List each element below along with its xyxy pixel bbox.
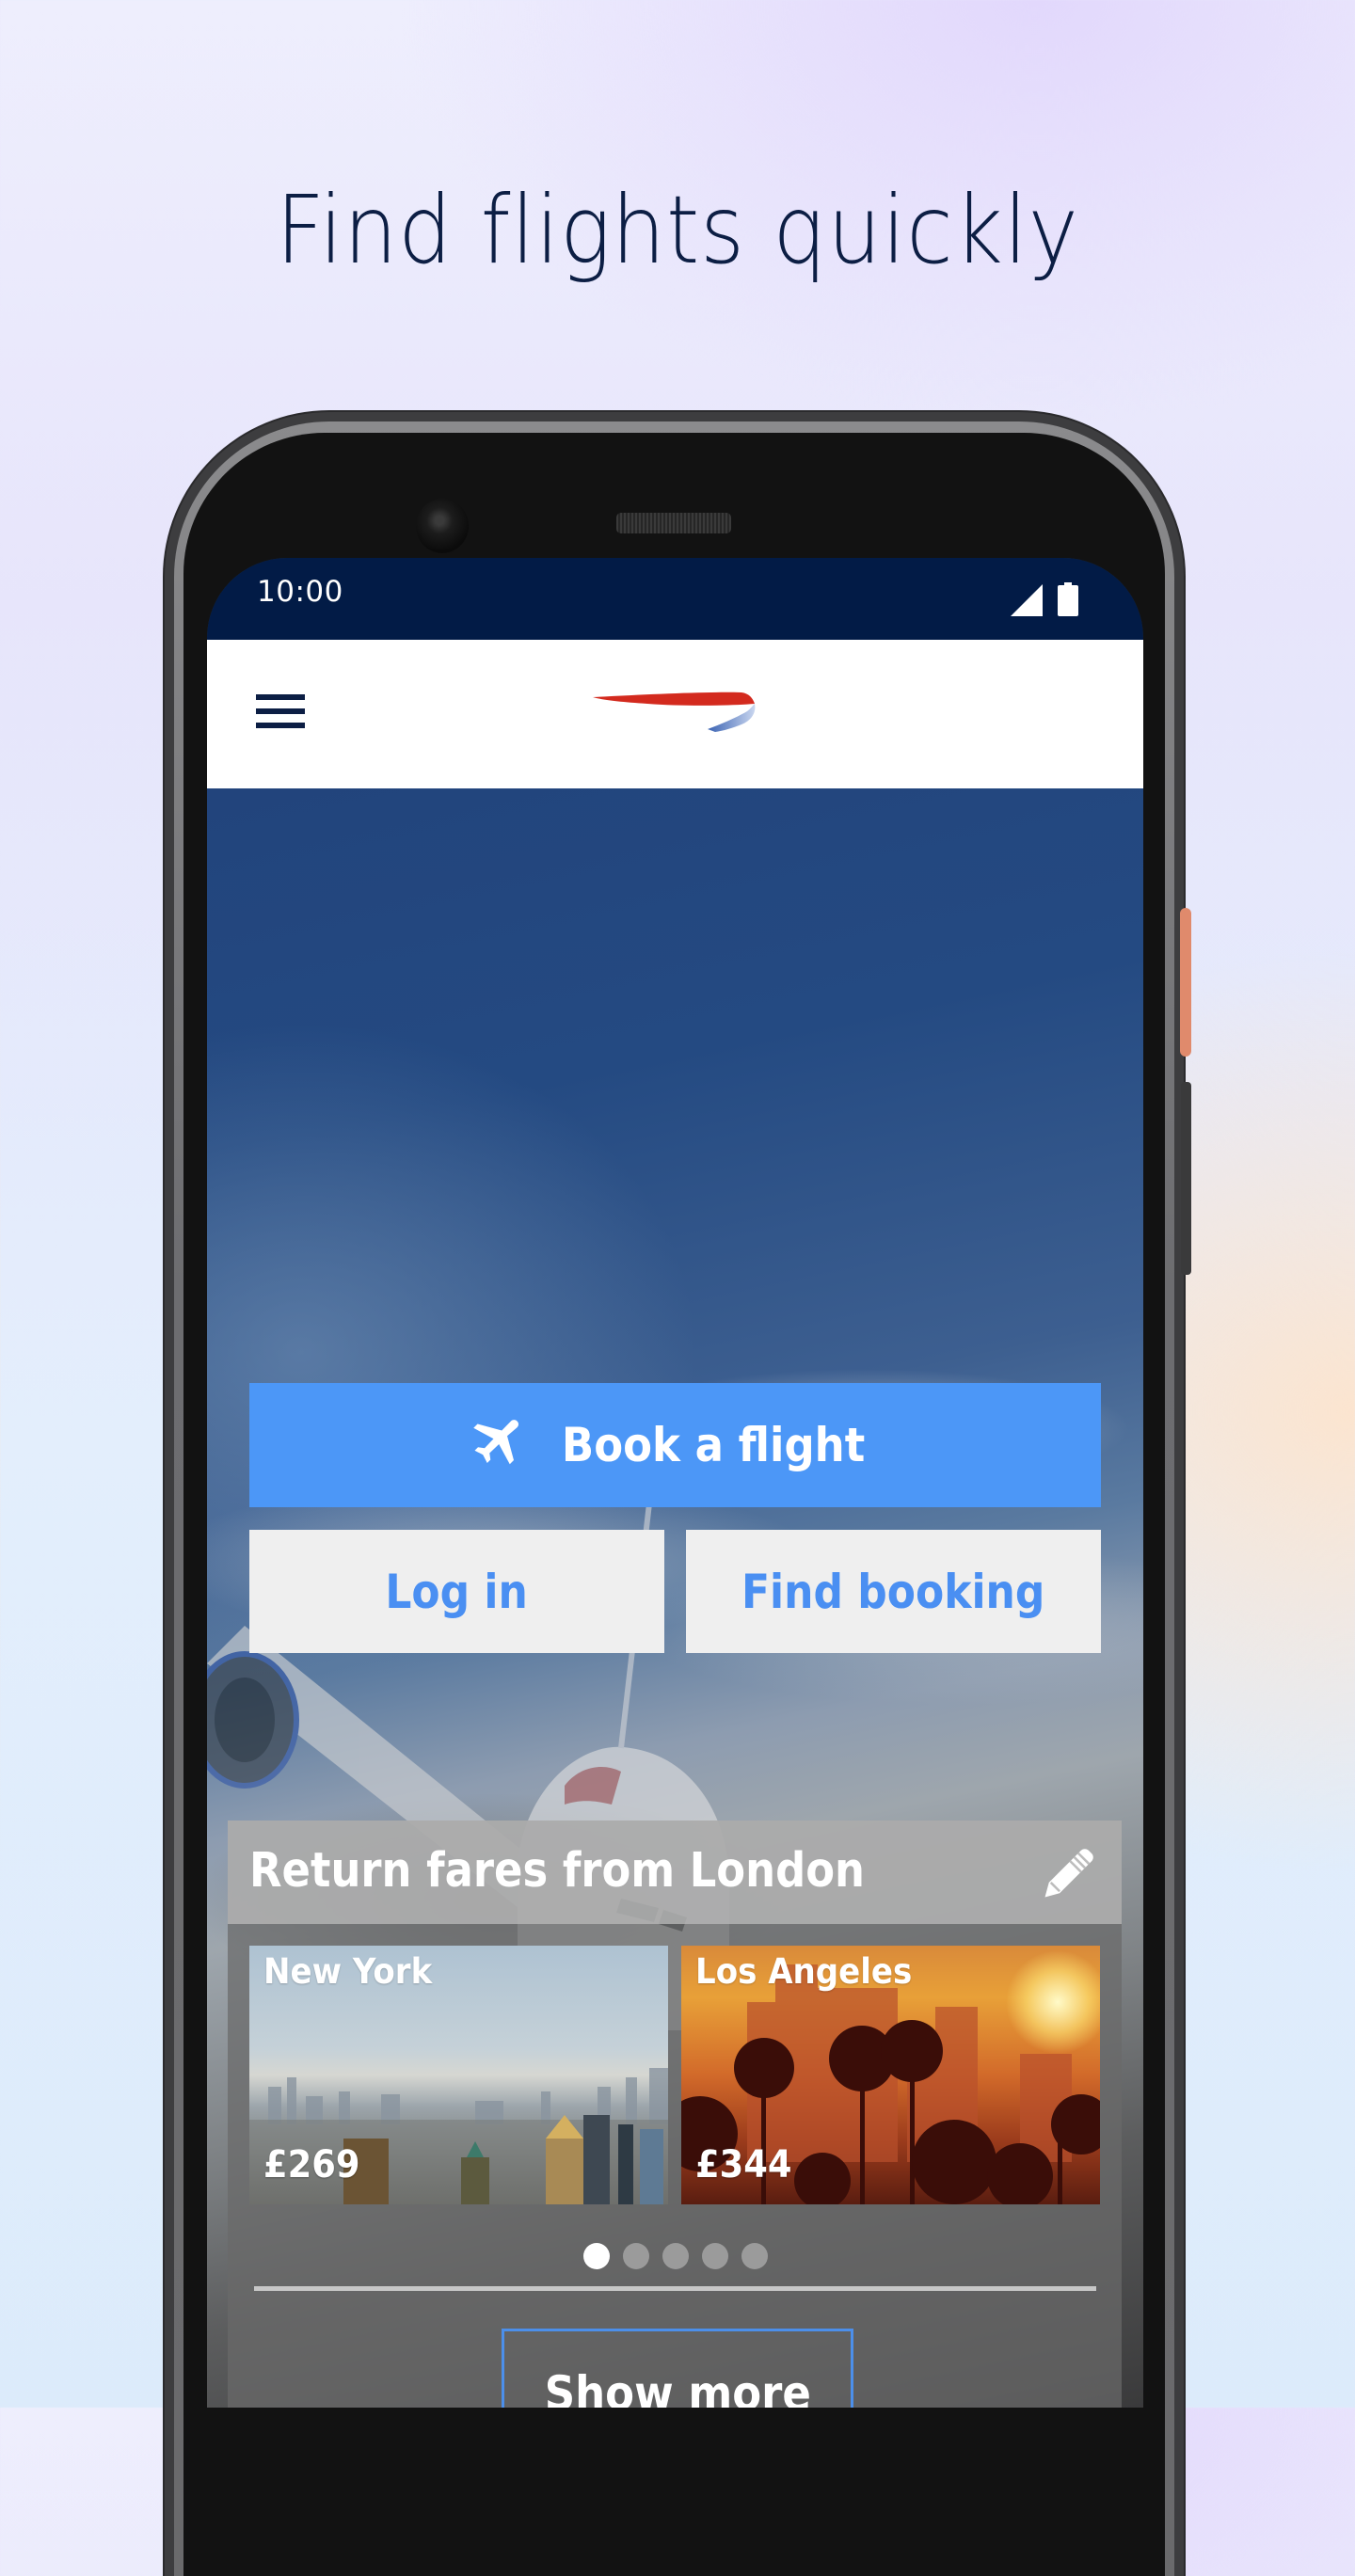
card-city: Los Angeles [695, 1951, 913, 1992]
front-camera-icon [416, 499, 469, 553]
pencil-icon[interactable] [1037, 1841, 1101, 1905]
airplane-icon [473, 1420, 519, 1465]
pagination-dot[interactable] [622, 2243, 649, 2269]
card-price: £269 [263, 2143, 360, 2186]
fare-card[interactable]: New York £269 [249, 1946, 668, 2204]
log-in-label: Log in [385, 1564, 529, 1619]
find-booking-label: Find booking [741, 1564, 1045, 1619]
book-flight-label: Book a flight [562, 1418, 866, 1472]
find-booking-button[interactable]: Find booking [686, 1530, 1101, 1653]
card-city: New York [263, 1951, 433, 1992]
phone-screen: 10:00 Book a flight Log in Find booking … [207, 558, 1143, 2408]
fares-title: Return fares from London [249, 1843, 866, 1899]
app-header [207, 640, 1143, 789]
show-more-label: Show more [544, 2365, 811, 2409]
return-fares-panel: Return fares from London New York £269 L… [228, 1821, 1122, 2408]
pagination-dot[interactable] [701, 2243, 728, 2269]
status-time: 10:00 [257, 575, 343, 609]
power-button [1180, 908, 1191, 1057]
show-more-button[interactable]: Show more [502, 2329, 853, 2408]
battery-icon [1058, 582, 1078, 616]
signal-icon [1011, 584, 1043, 616]
book-flight-button[interactable]: Book a flight [249, 1383, 1101, 1507]
fare-card[interactable]: Los Angeles £344 [681, 1946, 1100, 2204]
pagination-dot[interactable] [662, 2243, 689, 2269]
pagination-dot[interactable] [741, 2243, 768, 2269]
carousel-pagination [207, 2243, 1143, 2269]
british-airways-logo[interactable] [591, 689, 760, 734]
card-price: £344 [695, 2143, 792, 2186]
volume-button [1181, 1082, 1191, 1275]
hero-background: Book a flight Log in Find booking Return… [207, 788, 1143, 2408]
earpiece-speaker [616, 513, 731, 533]
log-in-button[interactable]: Log in [249, 1530, 664, 1653]
pagination-dot[interactable] [582, 2243, 610, 2269]
promo-headline: Find flights quickly [276, 175, 1079, 285]
fares-header: Return fares from London [228, 1821, 1122, 1924]
section-divider [254, 2286, 1096, 2291]
hamburger-menu-icon[interactable] [256, 692, 305, 730]
status-bar: 10:00 [207, 558, 1143, 640]
